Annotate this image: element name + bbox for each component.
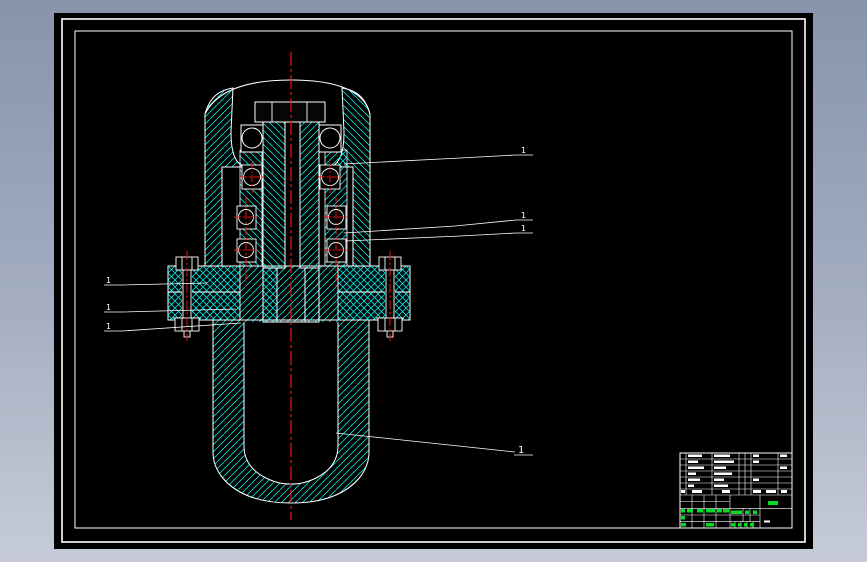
- shaft-wall-left-lower: [262, 267, 278, 323]
- shaft-wall-right-upper: [299, 121, 320, 269]
- callout-label: 1: [106, 303, 111, 312]
- top-cap: [254, 101, 326, 123]
- flange-crosshatch-right: [338, 266, 410, 320]
- bearing-ball: [241, 127, 263, 149]
- callout-label: 1: [518, 445, 524, 456]
- callout-label: 1: [106, 322, 111, 331]
- callout-label: 1: [521, 224, 526, 233]
- shaft-wall-left-upper: [262, 121, 286, 269]
- flange: [167, 265, 411, 321]
- bearing-ball: [319, 127, 341, 149]
- callout-label: 1: [106, 276, 111, 285]
- callout-label: 1: [521, 211, 526, 220]
- flange-crosshatch-left: [168, 266, 240, 320]
- desktop-background: 1 1 1 1 1 1 1: [0, 0, 867, 562]
- shaft-wall-right-lower: [304, 267, 320, 323]
- callout-label: 1: [521, 146, 526, 155]
- title-block: [679, 452, 793, 529]
- drawing-canvas[interactable]: 1 1 1 1 1 1 1: [0, 0, 867, 562]
